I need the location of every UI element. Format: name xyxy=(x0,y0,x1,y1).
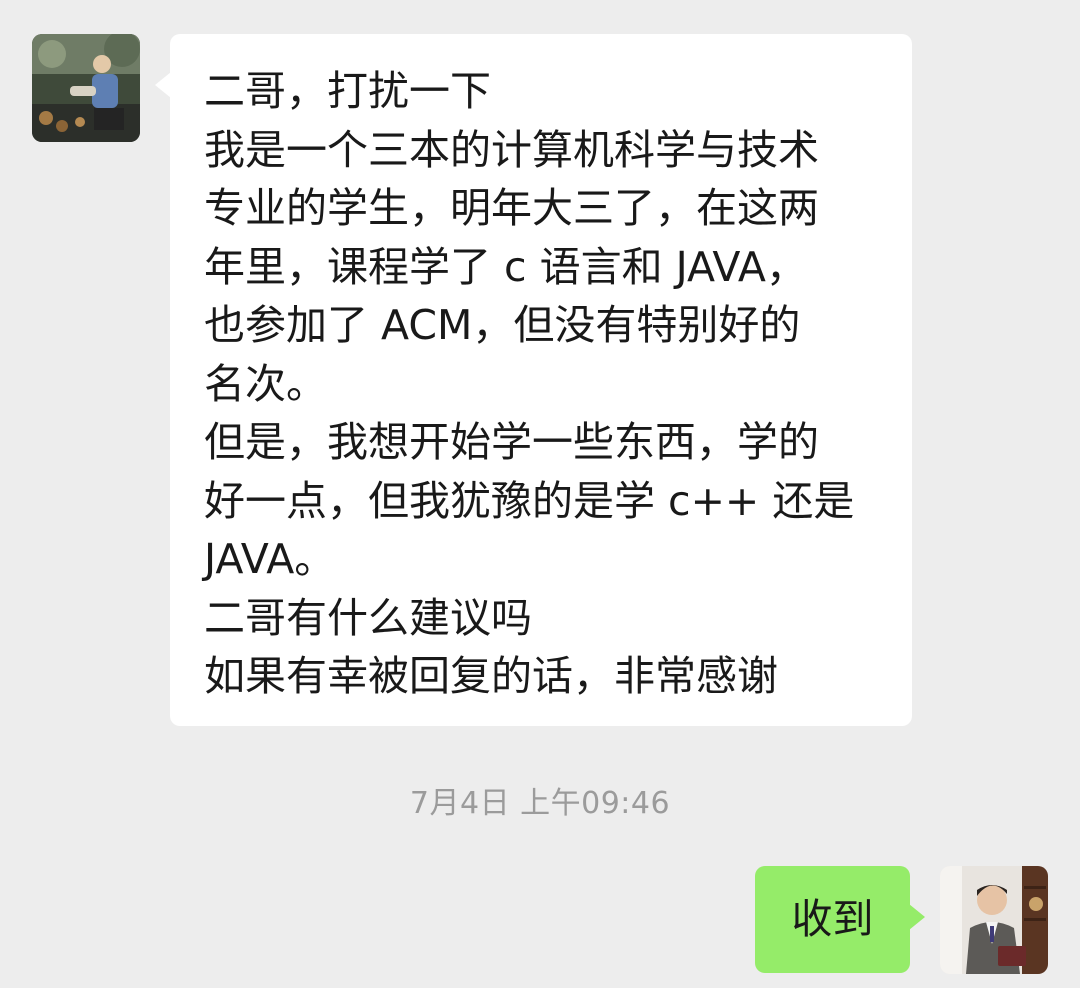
message-line: 好一点，但我犹豫的是学 c++ 还是 xyxy=(204,476,855,525)
message-line: 如果有幸被回复的话，非常感谢 xyxy=(204,652,778,700)
incoming-message-bubble[interactable]: 二哥，打扰一下 我是一个三本的计算机科学与技术 专业的学生，明年大三了，在这两 … xyxy=(155,34,912,726)
message-line: 专业的学生，明年大三了，在这两 xyxy=(204,184,819,232)
message-line: 二哥，打扰一下 xyxy=(204,67,491,115)
contact-avatar-photo-icon xyxy=(32,34,140,142)
message-line: 名次。 xyxy=(204,359,327,408)
outgoing-message-bubble[interactable]: 收到 xyxy=(755,866,925,973)
contact-avatar[interactable] xyxy=(32,34,140,142)
outgoing-message-text: 收到 xyxy=(791,895,874,943)
message-line: 我是一个三本的计算机科学与技术 xyxy=(204,125,819,174)
message-line: 也参加了 ACM，但没有特别好的 xyxy=(204,301,801,349)
own-avatar[interactable] xyxy=(940,866,1048,974)
message-line: 但是，我想开始学一些东西，学的 xyxy=(204,418,819,466)
message-line: JAVA。 xyxy=(204,535,336,583)
incoming-message-text: 二哥，打扰一下 我是一个三本的计算机科学与技术 专业的学生，明年大三了，在这两 … xyxy=(204,62,892,706)
own-avatar-photo-icon xyxy=(940,866,1048,974)
message-line: 二哥有什么建议吗 xyxy=(204,593,532,642)
message-line: 年里，课程学了 c 语言和 JAVA， xyxy=(204,242,807,291)
message-timestamp: 7月4日 上午09:46 xyxy=(409,786,671,821)
